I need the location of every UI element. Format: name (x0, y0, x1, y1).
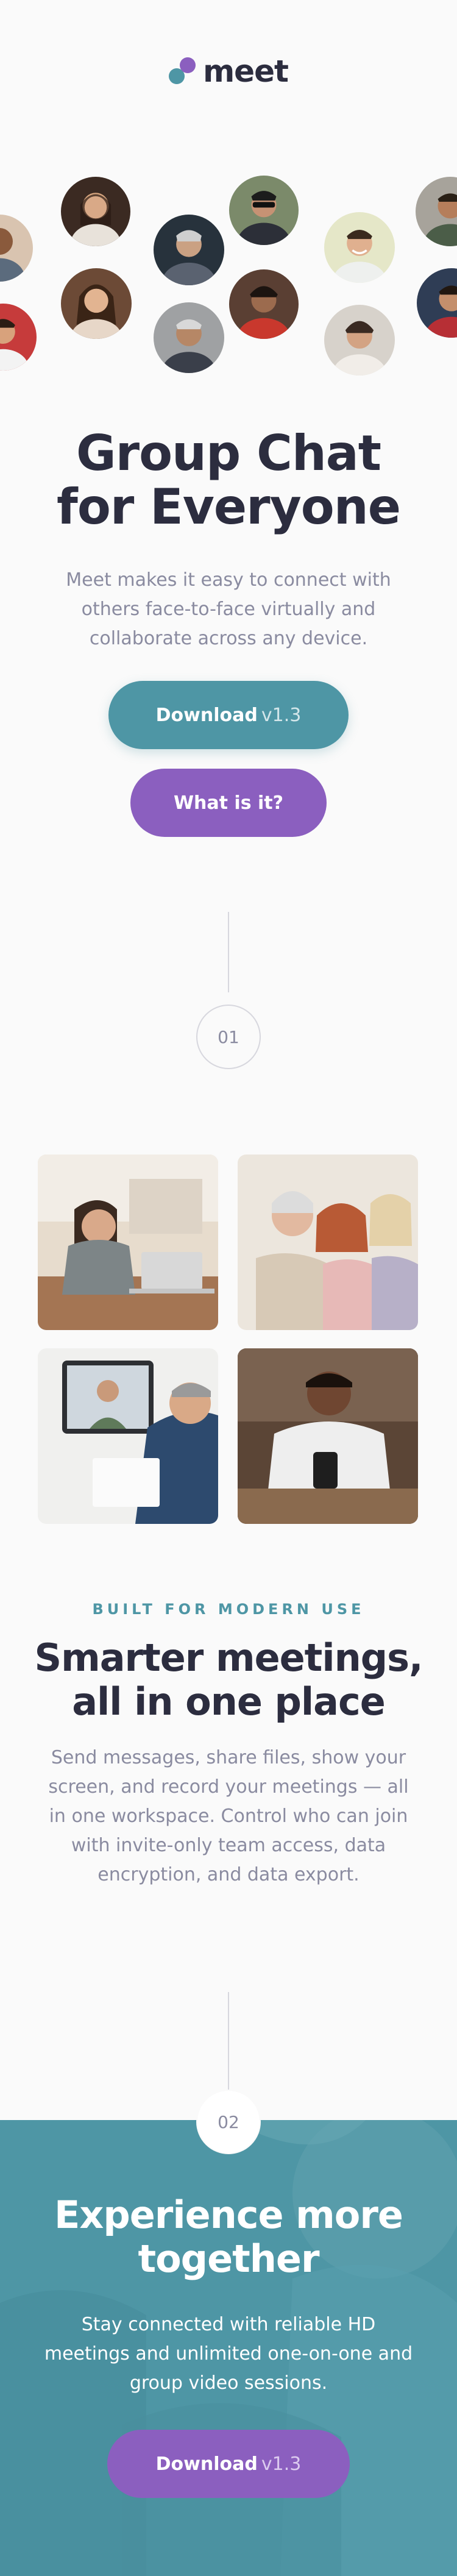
logo-mark-icon (169, 57, 196, 85)
features-eyebrow: BUILT FOR MODERN USE (92, 1601, 365, 1618)
divider-line (228, 912, 229, 992)
cta-description: Stay connected with reliable HD meetings… (44, 2314, 413, 2394)
cta-title: Experience more together (54, 2193, 403, 2281)
avatar (227, 173, 301, 247)
features-title: Smarter meetings, all in one place (34, 1635, 423, 1724)
avatar (151, 300, 227, 375)
avatar-collage (0, 158, 457, 390)
avatar (322, 302, 397, 378)
avatar (414, 266, 457, 340)
features-description: Send messages, share files, show your sc… (48, 1747, 409, 1885)
photo-man-phone (238, 1348, 418, 1524)
download-button[interactable]: Download v1.3 (108, 681, 349, 749)
hero-description: Meet makes it easy to connect with other… (66, 569, 391, 649)
logo-text: meet (203, 54, 289, 89)
cta-download-button[interactable]: Download v1.3 (107, 2430, 350, 2498)
what-is-it-button[interactable]: What is it? (130, 769, 327, 837)
photo-women-phone (238, 1155, 418, 1330)
photo-video-call (38, 1348, 218, 1524)
avatar (0, 301, 39, 373)
step-badge: 01 (196, 1005, 261, 1069)
avatar (151, 212, 227, 288)
site-logo[interactable]: meet (0, 56, 457, 87)
photo-woman-laptop (38, 1155, 218, 1330)
avatar (58, 266, 134, 341)
avatar (58, 174, 133, 249)
avatar (413, 174, 457, 249)
avatar (227, 267, 301, 341)
avatar (0, 212, 35, 284)
hero-title: Group Chat for Everyone (57, 425, 401, 535)
step-badge: 02 (196, 2090, 261, 2154)
avatar (322, 210, 397, 285)
